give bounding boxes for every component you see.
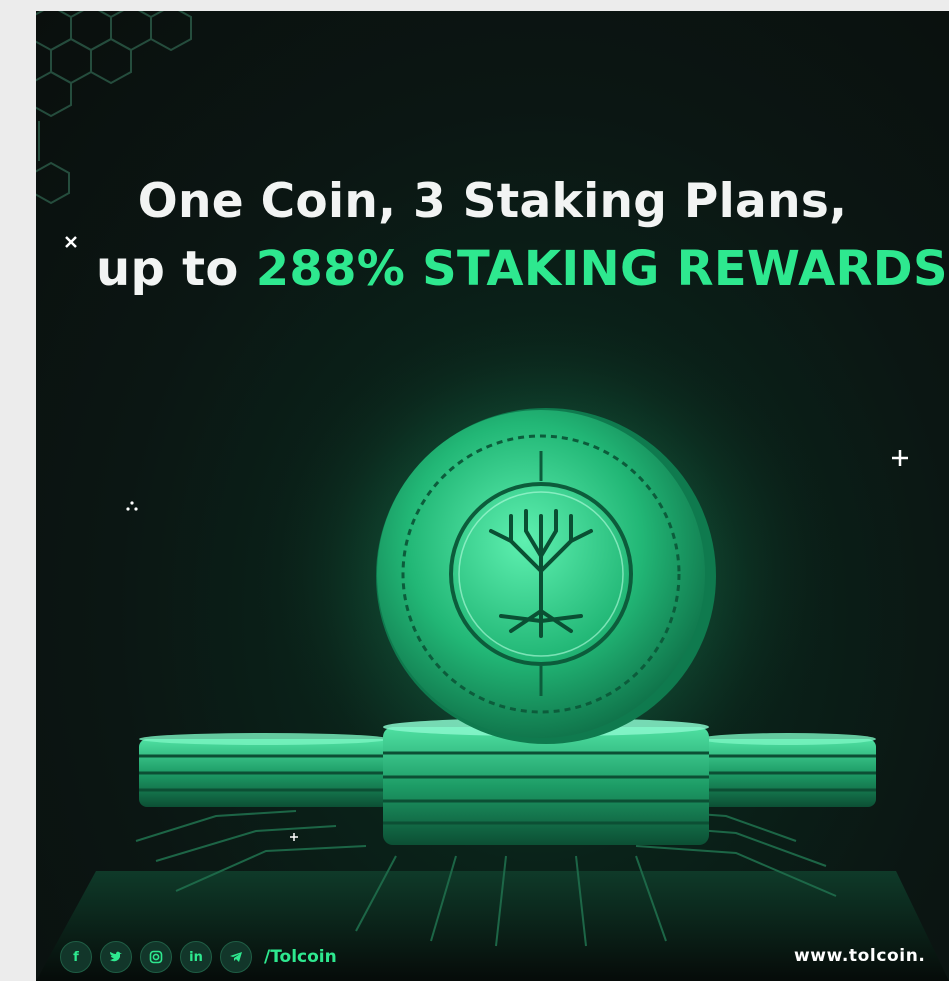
coin-stack-right	[700, 733, 876, 807]
headline-rewards-highlight: 288% STAKING REWARDS!	[255, 241, 949, 297]
promo-poster: One Coin, 3 Staking Plans, up to 288% ST…	[36, 11, 949, 981]
social-handle[interactable]: /Tolcoin	[264, 947, 337, 967]
website-url[interactable]: www.tolcoin.	[794, 946, 925, 966]
coin-stack-left	[139, 733, 389, 807]
telegram-icon[interactable]	[220, 941, 252, 973]
headline-line-2: up to 288% STAKING REWARDS!	[36, 241, 949, 297]
social-footer: f in /Tolcoin	[60, 941, 337, 973]
twitter-icon[interactable]	[100, 941, 132, 973]
linkedin-icon[interactable]: in	[180, 941, 212, 973]
coin-scene	[36, 11, 949, 981]
facebook-icon[interactable]: f	[60, 941, 92, 973]
instagram-icon[interactable]	[140, 941, 172, 973]
headline-prefix: up to	[96, 241, 256, 297]
tolcoin-coin	[376, 408, 716, 744]
headline-line-1: One Coin, 3 Staking Plans,	[137, 174, 848, 229]
